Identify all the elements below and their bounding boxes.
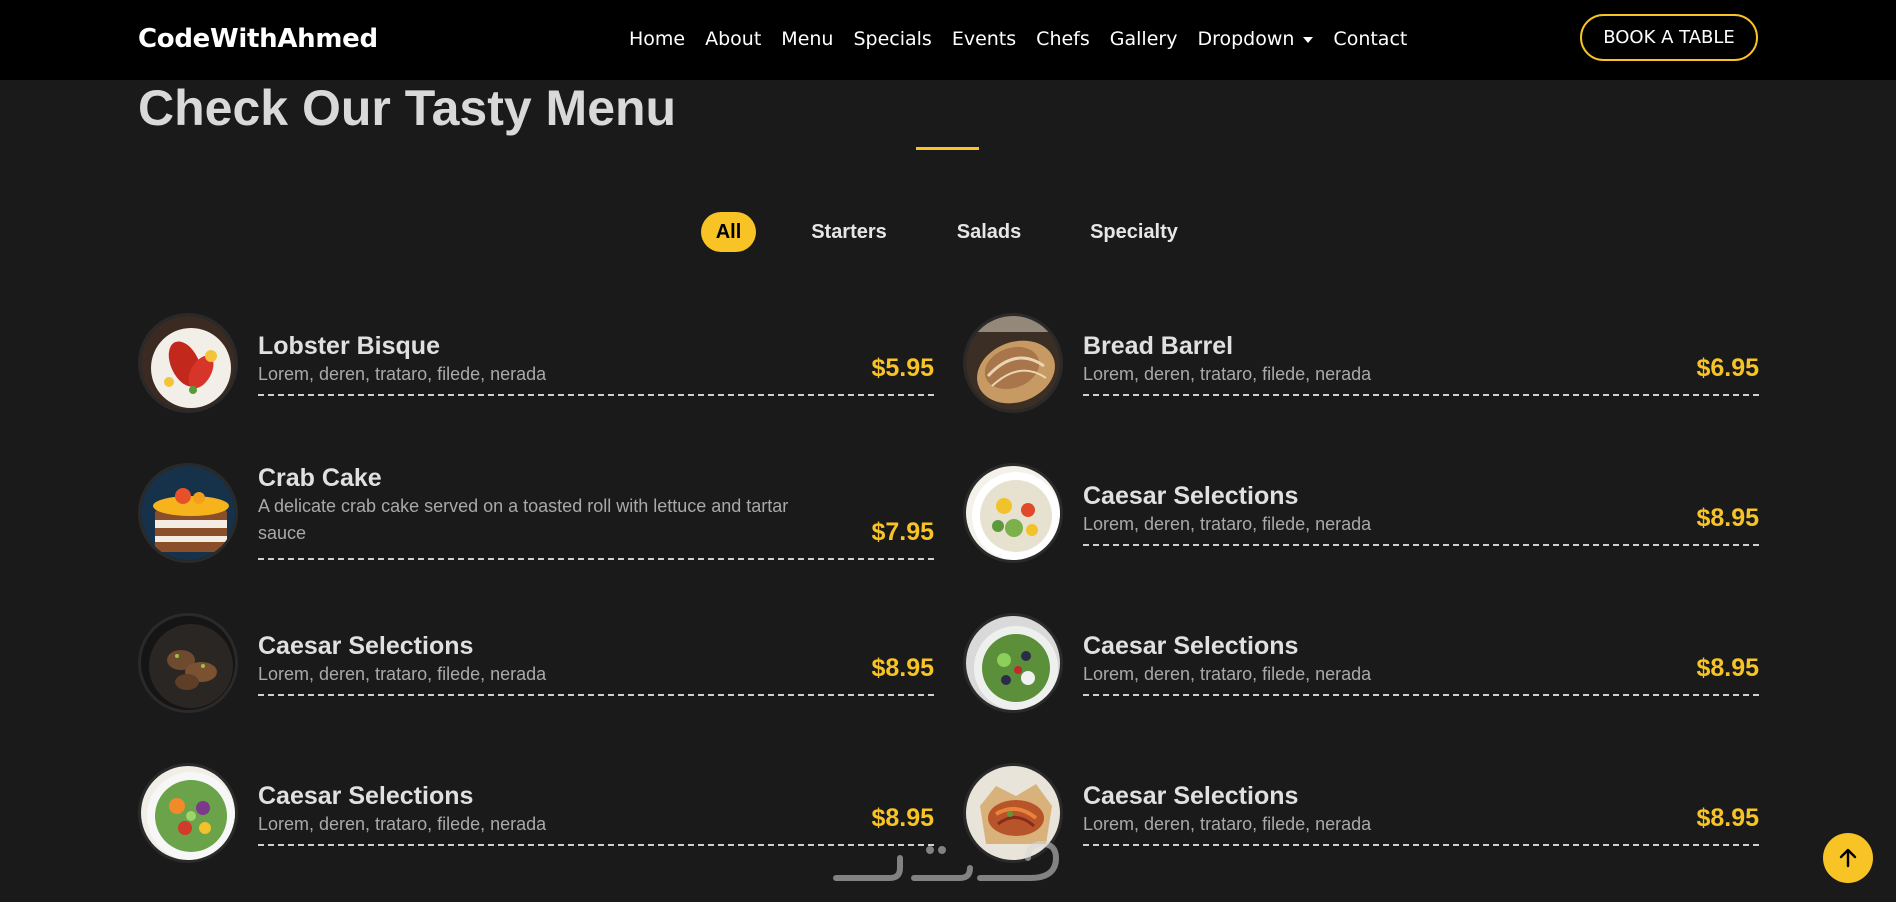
nav-dropdown-label: Dropdown (1197, 28, 1295, 50)
nav-specials[interactable]: Specials (853, 26, 931, 52)
menu-item-description: Lorem, deren, trataro, filede, nerada (1083, 814, 1372, 834)
nav-events[interactable]: Events (952, 26, 1016, 52)
menu-item-info: Crab Cake A delicate crab cake served on… (258, 463, 818, 547)
brand-logo[interactable]: CodeWithAhmed (138, 22, 378, 56)
menu-item[interactable]: Crab Cake A delicate crab cake served on… (138, 463, 934, 567)
menu-item-divider (1083, 544, 1759, 546)
nav-gallery[interactable]: Gallery (1110, 26, 1178, 52)
menu-item-divider (1083, 694, 1759, 696)
menu-item-name: Lobster Bisque (258, 332, 440, 360)
menu-item[interactable]: Bread Barrel Lorem, deren, trataro, file… (963, 313, 1759, 413)
menu-item-image (963, 613, 1063, 713)
menu-item[interactable]: Caesar Selections Lorem, deren, trataro,… (963, 613, 1759, 713)
menu-item-price: $5.95 (871, 354, 934, 382)
menu-item-info: Caesar Selections Lorem, deren, trataro,… (1083, 481, 1643, 538)
navbar: CodeWithAhmed Home About Menu Specials E… (0, 0, 1896, 80)
tab-starters[interactable]: Starters (806, 212, 892, 252)
menu-item-description: Lorem, deren, trataro, filede, nerada (1083, 364, 1372, 384)
menu-item-name: Bread Barrel (1083, 332, 1234, 360)
menu-item-info: Caesar Selections Lorem, deren, trataro,… (1083, 781, 1643, 838)
menu-item-price: $8.95 (1696, 654, 1759, 682)
menu-item-image (138, 313, 238, 413)
menu-item[interactable]: Lobster Bisque Lorem, deren, trataro, fi… (138, 313, 934, 413)
tab-salads[interactable]: Salads (952, 212, 1026, 252)
scroll-top-button[interactable] (1823, 833, 1873, 883)
menu-item-info: Lobster Bisque Lorem, deren, trataro, fi… (258, 331, 818, 388)
menu-item[interactable]: Caesar Selections Lorem, deren, trataro,… (138, 763, 934, 863)
menu-item-divider (1083, 844, 1759, 846)
menu-item-image (963, 313, 1063, 413)
menu-item-description: Lorem, deren, trataro, filede, nerada (1083, 514, 1372, 534)
menu-item-image (138, 763, 238, 863)
menu-item-price: $7.95 (871, 518, 934, 546)
menu-item-divider (258, 558, 934, 560)
arrow-up-icon (1839, 848, 1857, 868)
tab-specialty[interactable]: Specialty (1086, 212, 1182, 252)
menu-item-image (138, 463, 238, 563)
menu-item-info: Bread Barrel Lorem, deren, trataro, file… (1083, 331, 1643, 388)
nav-about[interactable]: About (705, 26, 761, 52)
caret-down-icon (1303, 37, 1314, 43)
menu-item-name: Caesar Selections (258, 782, 474, 810)
menu-item[interactable]: Caesar Selections Lorem, deren, trataro,… (963, 463, 1759, 563)
menu-item-price: $6.95 (1696, 354, 1759, 382)
menu-item-price: $8.95 (871, 654, 934, 682)
main-nav: Home About Menu Specials Events Chefs Ga… (629, 26, 1427, 52)
menu-item-description: Lorem, deren, trataro, filede, nerada (258, 364, 547, 384)
watermark-logo (830, 828, 1065, 888)
menu-item-description: Lorem, deren, trataro, filede, nerada (258, 664, 547, 684)
tab-all[interactable]: All (701, 212, 756, 252)
menu-item-name: Caesar Selections (1083, 632, 1299, 660)
book-table-button[interactable]: BOOK A TABLE (1580, 14, 1758, 61)
menu-item-name: Crab Cake (258, 464, 382, 492)
menu-item-divider (258, 694, 934, 696)
menu-item-divider (258, 394, 934, 396)
menu-item[interactable]: Caesar Selections Lorem, deren, trataro,… (138, 613, 934, 713)
menu-item-price: $8.95 (1696, 504, 1759, 532)
menu-item-divider (1083, 394, 1759, 396)
nav-chefs[interactable]: Chefs (1036, 26, 1090, 52)
nav-menu[interactable]: Menu (781, 26, 833, 52)
menu-item[interactable]: Caesar Selections Lorem, deren, trataro,… (963, 763, 1759, 863)
menu-item-description: A delicate crab cake served on a toasted… (258, 496, 789, 543)
menu-item-info: Caesar Selections Lorem, deren, trataro,… (1083, 631, 1643, 688)
menu-item-name: Caesar Selections (258, 632, 474, 660)
menu-item-description: Lorem, deren, trataro, filede, nerada (258, 814, 547, 834)
nav-dropdown[interactable]: Dropdown (1197, 26, 1314, 52)
title-underline (916, 147, 979, 150)
nav-home[interactable]: Home (629, 26, 685, 52)
menu-item-info: Caesar Selections Lorem, deren, trataro,… (258, 781, 818, 838)
nav-contact[interactable]: Contact (1333, 26, 1407, 52)
menu-item-name: Caesar Selections (1083, 782, 1299, 810)
menu-item-info: Caesar Selections Lorem, deren, trataro,… (258, 631, 818, 688)
menu-item-image (138, 613, 238, 713)
menu-item-name: Caesar Selections (1083, 482, 1299, 510)
section-title: Check Our Tasty Menu (138, 80, 677, 136)
menu-item-image (963, 463, 1063, 563)
menu-item-description: Lorem, deren, trataro, filede, nerada (1083, 664, 1372, 684)
menu-item-price: $8.95 (1696, 804, 1759, 832)
